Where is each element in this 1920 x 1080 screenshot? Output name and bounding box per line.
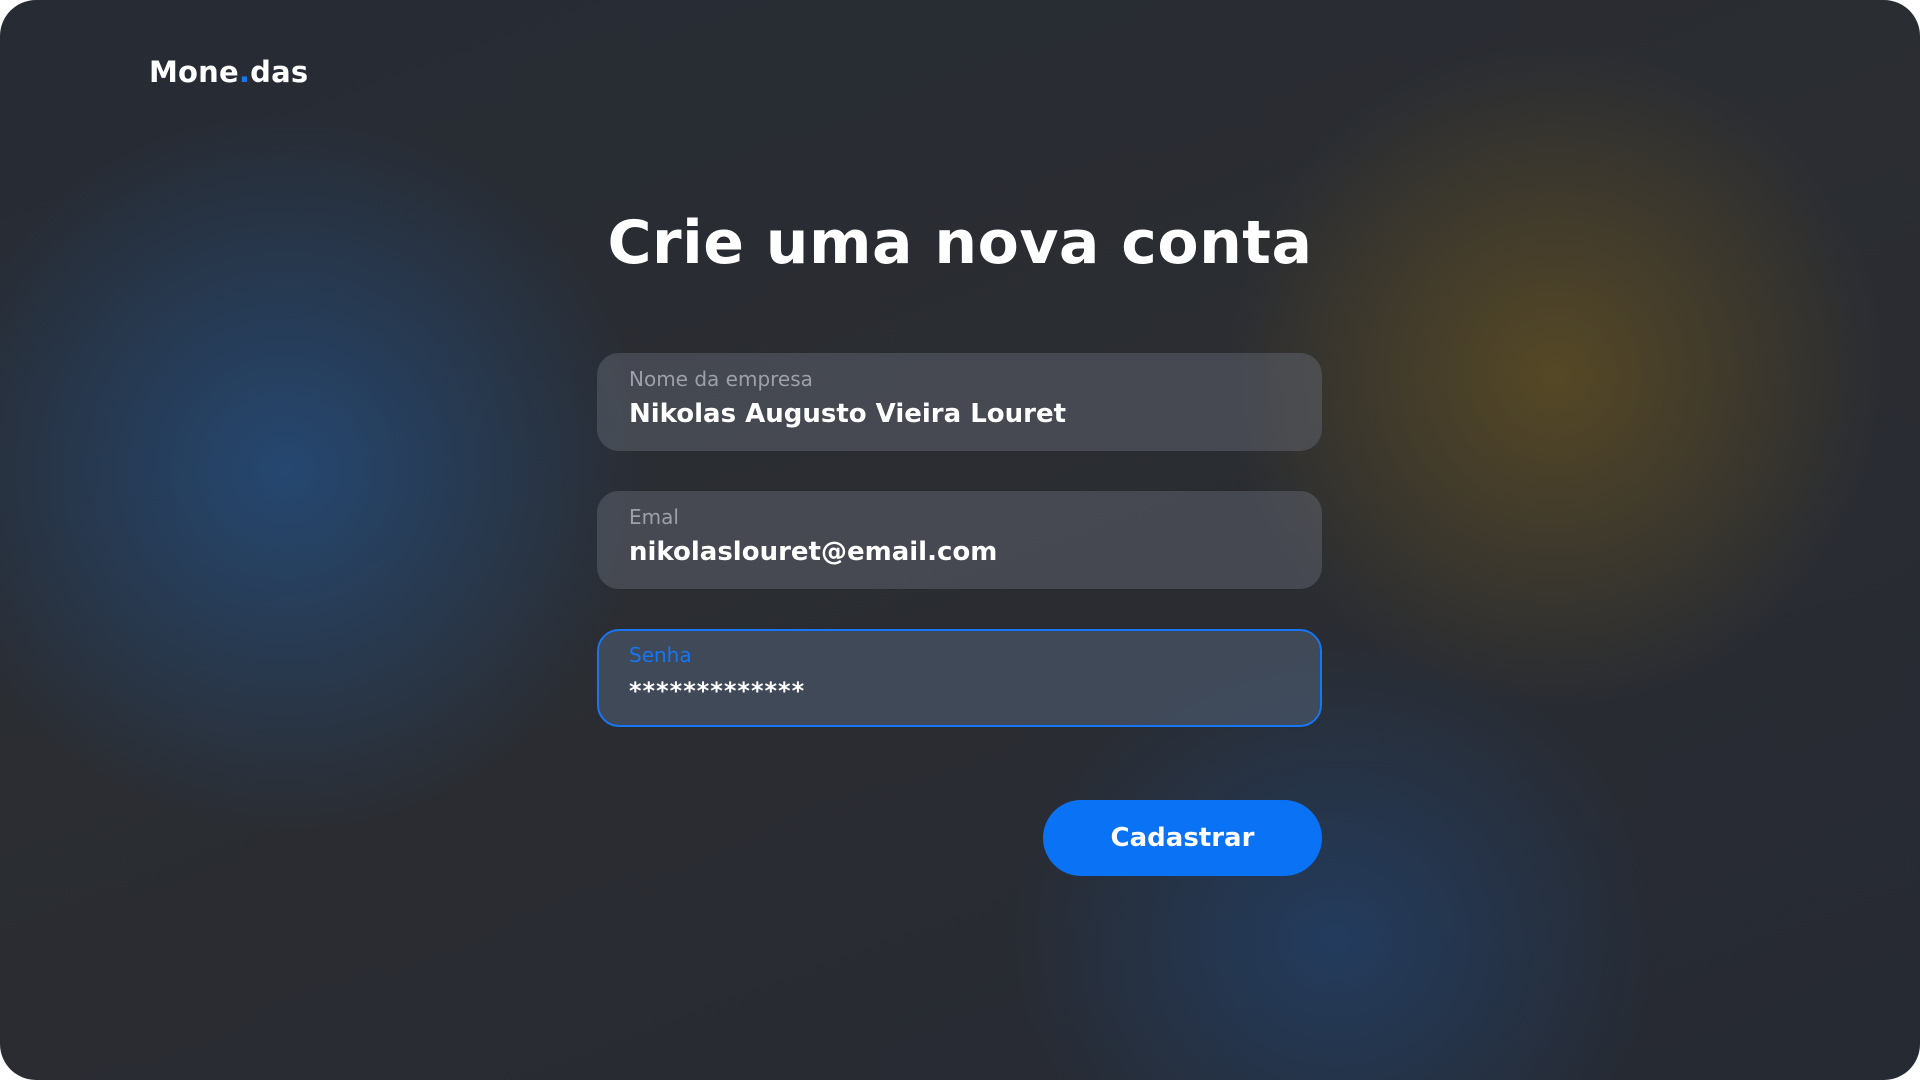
brand-dot: . — [238, 55, 251, 89]
brand-name-part2: das — [250, 55, 309, 89]
password-value[interactable]: ************* — [629, 677, 805, 705]
email-label: Emal — [629, 505, 679, 529]
password-label: Senha — [629, 643, 692, 667]
email-value[interactable]: nikolaslouret@email.com — [629, 537, 997, 567]
brand-name-part1: Mone — [149, 55, 239, 89]
register-button[interactable]: Cadastrar — [1043, 800, 1322, 876]
company-name-field[interactable]: Nome da empresa Nikolas Augusto Vieira L… — [597, 353, 1322, 451]
company-name-label: Nome da empresa — [629, 367, 813, 391]
email-field[interactable]: Emal nikolaslouret@email.com — [597, 491, 1322, 589]
page-title: Crie uma nova conta — [607, 208, 1313, 278]
app-window: Mone.das Crie uma nova conta Nome da emp… — [0, 0, 1920, 1080]
password-field[interactable]: Senha ************* — [597, 629, 1322, 727]
brand-logo[interactable]: Mone.das — [149, 55, 308, 89]
company-name-value[interactable]: Nikolas Augusto Vieira Louret — [629, 399, 1066, 429]
register-button-label: Cadastrar — [1110, 823, 1255, 853]
